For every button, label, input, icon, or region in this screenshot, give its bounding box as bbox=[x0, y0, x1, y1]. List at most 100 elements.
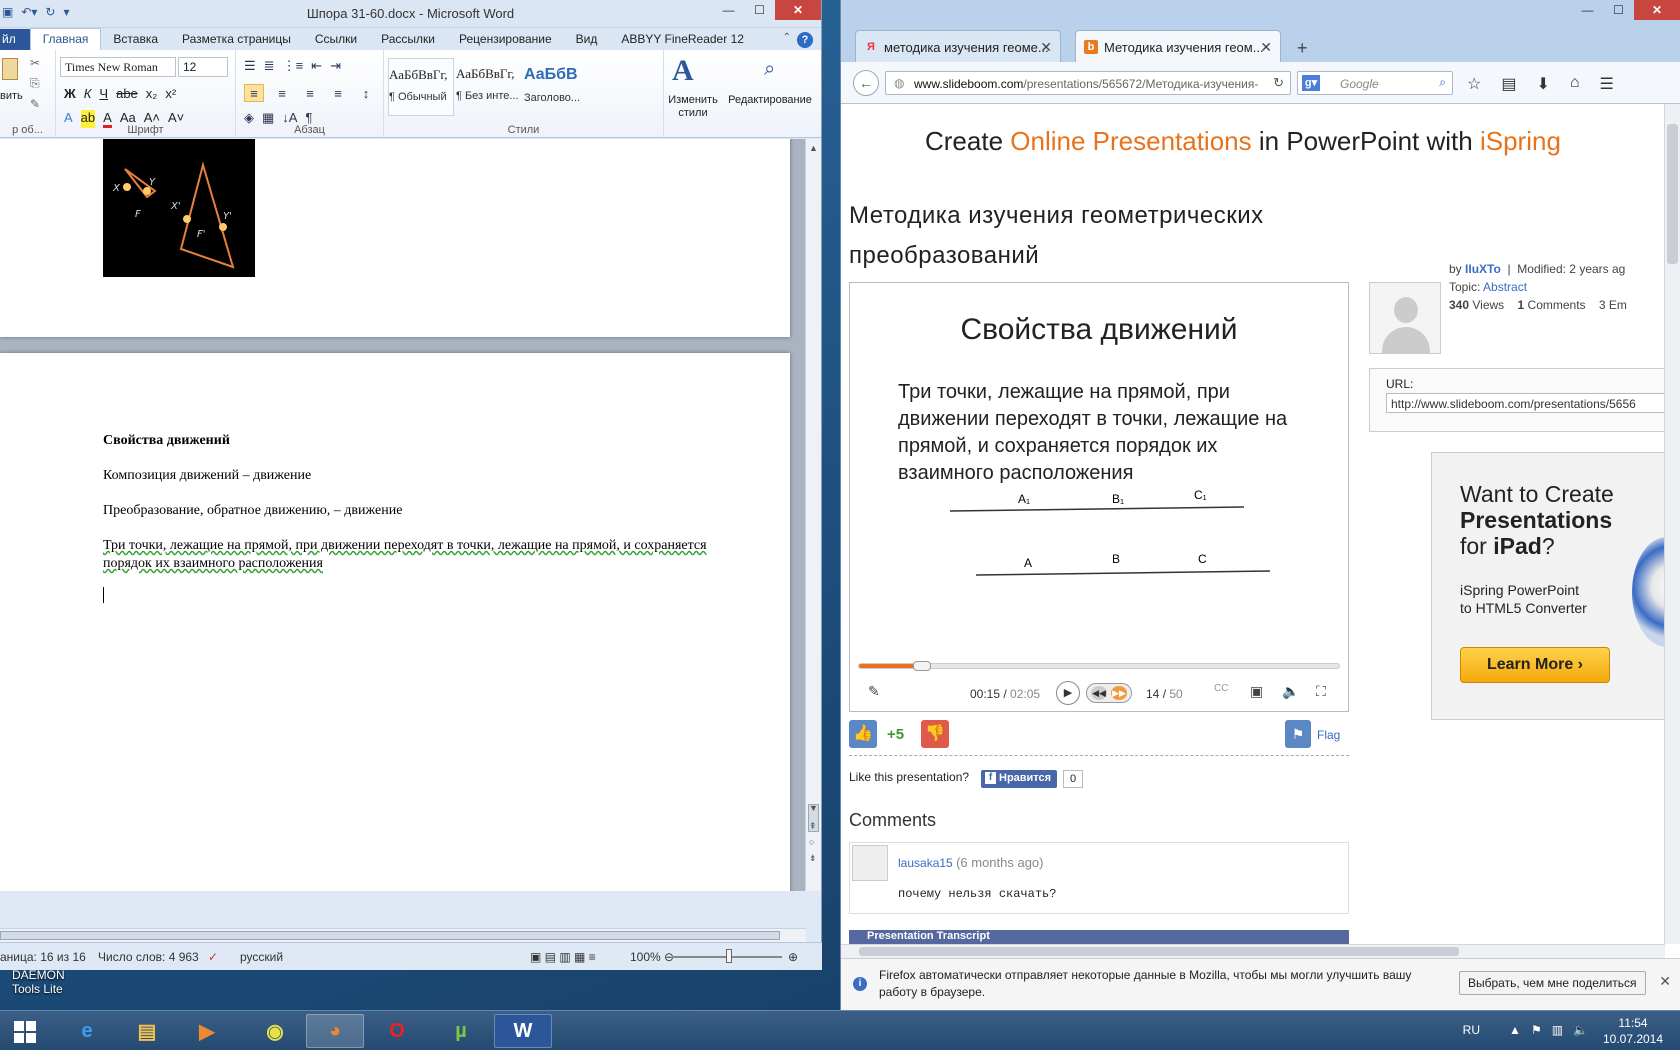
document-area[interactable]: X Y F X' Y' F' Свойства движений Компози… bbox=[0, 139, 806, 891]
editing-button[interactable]: Редактирование bbox=[724, 94, 816, 106]
play-icon[interactable]: ▶ bbox=[1056, 681, 1080, 705]
binoculars-icon[interactable]: ⌕ bbox=[764, 58, 775, 81]
proofing-icon[interactable]: ✓ bbox=[208, 950, 218, 964]
hscroll-thumb[interactable] bbox=[0, 931, 780, 940]
language-status[interactable]: русский bbox=[240, 950, 283, 964]
language-indicator[interactable]: RU bbox=[1463, 1023, 1480, 1037]
hscroll-thumb[interactable] bbox=[859, 947, 1459, 956]
back-icon[interactable]: ← bbox=[853, 70, 879, 96]
next-slide-icon[interactable]: ▶▶ bbox=[1111, 686, 1127, 700]
horizontal-scrollbar[interactable] bbox=[0, 928, 806, 942]
decrease-indent-icon[interactable]: ⇤ bbox=[311, 58, 322, 74]
new-tab-icon[interactable]: + bbox=[1297, 38, 1308, 59]
facebook-like-button[interactable]: f Нравится bbox=[981, 770, 1058, 788]
network-icon[interactable]: ▥ bbox=[1552, 1023, 1563, 1037]
pencil-icon[interactable]: ✎ bbox=[868, 683, 880, 700]
url-bar[interactable]: ◍ www.slideboom.com/presentations/565672… bbox=[885, 71, 1291, 95]
close-tab-icon[interactable]: ✕ bbox=[1040, 39, 1052, 56]
clock[interactable]: 11:54 10.07.2014 bbox=[1598, 1015, 1668, 1047]
author-avatar[interactable] bbox=[1369, 282, 1441, 354]
author-link[interactable]: IIuXTo bbox=[1465, 262, 1501, 276]
style-heading[interactable]: АаБбВ Заголово... bbox=[524, 58, 590, 116]
volume-icon[interactable]: 🔈 bbox=[1282, 683, 1299, 700]
align-right-icon[interactable]: ≡ bbox=[300, 84, 320, 102]
tab-page-layout[interactable]: Разметка страницы bbox=[170, 29, 303, 50]
minimize-button[interactable]: — bbox=[1572, 0, 1603, 20]
show-hidden-icons-icon[interactable]: ▲ bbox=[1509, 1023, 1521, 1037]
justify-icon[interactable]: ≡ bbox=[328, 84, 348, 102]
share-url-field[interactable]: http://www.slideboom.com/presentations/5… bbox=[1386, 393, 1665, 413]
explorer-icon[interactable]: ▤ bbox=[118, 1014, 176, 1048]
style-no-spacing[interactable]: АаБбВвГг, ¶ Без инте... bbox=[456, 58, 522, 116]
chrome-icon[interactable]: ◉ bbox=[246, 1014, 304, 1048]
downloads-icon[interactable]: ⬇ bbox=[1536, 74, 1549, 94]
maximize-button[interactable]: ☐ bbox=[744, 0, 775, 20]
scroll-thumb[interactable] bbox=[1667, 124, 1678, 264]
close-notification-icon[interactable]: ✕ bbox=[1659, 973, 1671, 990]
align-center-icon[interactable]: ≡ bbox=[272, 84, 292, 102]
comment-user[interactable]: lausaka15 bbox=[898, 856, 953, 870]
tab-home[interactable]: Главная bbox=[29, 28, 102, 50]
bookmarks-icon[interactable]: ▤ bbox=[1501, 74, 1516, 94]
tab-file[interactable]: йл bbox=[0, 29, 30, 50]
multilevel-list-icon[interactable]: ⋮≡ bbox=[283, 58, 304, 74]
page-vertical-scrollbar[interactable] bbox=[1664, 104, 1680, 944]
flag-icon[interactable]: ⚑ bbox=[1285, 720, 1311, 748]
copy-icon[interactable]: ⎘ bbox=[30, 76, 40, 91]
next-page-icon[interactable]: ⇟ bbox=[809, 853, 817, 864]
line-spacing-icon[interactable]: ↕ bbox=[356, 84, 376, 102]
playback-progress[interactable] bbox=[858, 661, 1340, 671]
start-button[interactable] bbox=[6, 1013, 46, 1049]
transcript-header[interactable]: Presentation Transcript bbox=[849, 930, 1349, 944]
change-styles-icon[interactable]: A bbox=[672, 54, 694, 88]
subscript-icon[interactable]: x₂ bbox=[146, 86, 158, 101]
close-button[interactable]: ✕ bbox=[1634, 0, 1680, 20]
bookmark-star-icon[interactable]: ☆ bbox=[1467, 74, 1481, 94]
google-icon[interactable]: g▾ bbox=[1302, 75, 1320, 91]
ispring-banner[interactable]: Create Online Presentations in PowerPoin… bbox=[925, 126, 1561, 157]
close-button[interactable]: ✕ bbox=[775, 0, 821, 20]
captions-icon[interactable]: CC bbox=[1214, 683, 1228, 694]
scroll-up-icon[interactable]: ▲ bbox=[809, 143, 818, 153]
tab-abbyy[interactable]: ABBYY FineReader 12 bbox=[609, 29, 756, 50]
underline-icon[interactable]: Ч bbox=[99, 86, 108, 101]
close-tab-icon[interactable]: ✕ bbox=[1260, 39, 1272, 56]
prev-slide-icon[interactable]: ◀◀ bbox=[1091, 686, 1107, 700]
word-icon[interactable]: W bbox=[494, 1014, 552, 1048]
comment-author[interactable]: lausaka15 (6 months ago) bbox=[898, 855, 1044, 870]
utorrent-icon[interactable]: µ bbox=[432, 1014, 490, 1048]
browser-tab-active[interactable]: b Методика изучения геом... ✕ bbox=[1075, 30, 1281, 62]
tab-mailings[interactable]: Рассылки bbox=[369, 29, 447, 50]
progress-knob[interactable] bbox=[912, 661, 931, 671]
italic-icon[interactable]: К bbox=[84, 86, 92, 101]
avatar[interactable] bbox=[852, 845, 888, 881]
action-center-flag-icon[interactable]: ⚑ bbox=[1531, 1023, 1542, 1037]
desktop-icon-daemon-tools[interactable]: DAEMON Tools Lite bbox=[12, 968, 65, 996]
prev-page-icon[interactable]: ⇞ bbox=[809, 821, 817, 832]
paste-icon[interactable] bbox=[2, 58, 18, 80]
flag-link[interactable]: Flag bbox=[1317, 728, 1340, 742]
bold-icon[interactable]: Ж bbox=[64, 86, 76, 101]
learn-more-button[interactable]: Learn More › bbox=[1460, 647, 1610, 683]
tab-view[interactable]: Вид bbox=[564, 29, 610, 50]
align-left-icon[interactable]: ≡ bbox=[244, 84, 264, 102]
increase-indent-icon[interactable]: ⇥ bbox=[330, 58, 341, 74]
opera-icon[interactable]: O bbox=[368, 1014, 426, 1048]
browser-tab[interactable]: Я методика изучения геоме... ✕ bbox=[855, 30, 1061, 62]
topic-link[interactable]: Abstract bbox=[1483, 280, 1527, 294]
maximize-button[interactable]: ☐ bbox=[1603, 0, 1634, 20]
format-painter-icon[interactable]: ✎ bbox=[30, 97, 40, 111]
firefox-icon[interactable]: ◕ bbox=[306, 1014, 364, 1048]
fullscreen-icon[interactable]: ⛶ bbox=[1316, 683, 1326, 700]
numbering-icon[interactable]: ≣ bbox=[264, 58, 275, 74]
minimize-ribbon-icon[interactable]: ⌃ bbox=[783, 32, 791, 43]
view-buttons[interactable]: ▣ ▤ ▥ ▦ ≡ bbox=[530, 950, 596, 964]
change-styles-button[interactable]: Изменить стили bbox=[664, 94, 722, 120]
paste-label[interactable]: вить bbox=[0, 90, 23, 102]
scroll-down-icon[interactable]: ▼ bbox=[809, 803, 818, 813]
page-count[interactable]: аница: 16 из 16 bbox=[0, 950, 86, 964]
search-input[interactable]: g▾ Google ⌕ bbox=[1297, 71, 1453, 95]
reload-icon[interactable]: ↻ bbox=[1273, 75, 1284, 91]
zoom-in-icon[interactable]: ⊕ bbox=[788, 950, 798, 964]
slide-player[interactable]: Свойства движений Три точки, лежащие на … bbox=[849, 282, 1349, 712]
